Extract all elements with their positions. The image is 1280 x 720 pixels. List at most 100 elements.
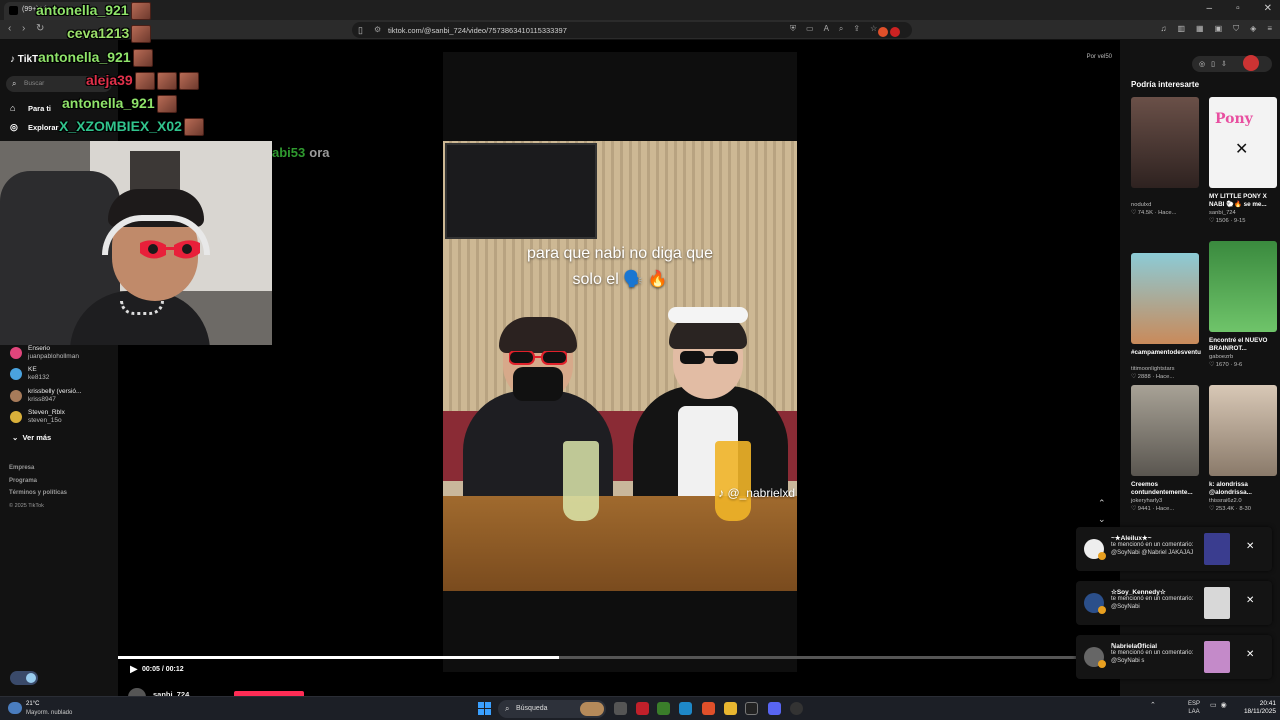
following-item[interactable]: KE ke8132 [10, 366, 114, 386]
share-icon[interactable]: ⇪ [853, 24, 860, 34]
following-item[interactable]: Steven_Rblx steven_15o [10, 409, 114, 429]
zoom-icon[interactable]: ⌕ [839, 24, 843, 34]
play-icon[interactable]: ▶ [130, 664, 138, 675]
phone-icon[interactable]: ▯ [1211, 61, 1221, 68]
recommended-video[interactable]: Encontré el NUEVO BRAINROT... gaboezrb ♡… [1209, 241, 1279, 369]
video-player[interactable]: para que nabi no diga que solo el 🗣️ 🔥 ♪… [443, 141, 797, 591]
video-person-right [628, 307, 793, 511]
maximize-icon[interactable]: ▫ [1236, 3, 1240, 14]
avatar [10, 411, 22, 423]
rewards-icon[interactable] [890, 27, 900, 37]
taskbar-search[interactable]: ⌕ Búsqueda [498, 700, 606, 718]
weather-widget[interactable]: 21°C Mayorm. nublado [8, 700, 98, 718]
url-text: tiktok.com/@sanbi_724/video/757386341011… [388, 26, 567, 35]
reload-icon[interactable]: ↻ [36, 23, 44, 34]
music-icon[interactable]: ♫ [1160, 24, 1166, 34]
brave-icon[interactable] [702, 702, 715, 715]
emote-icon [183, 118, 204, 137]
emote-icon [156, 95, 177, 114]
badge-icon [1098, 606, 1106, 614]
video-tv [445, 143, 597, 239]
screen: { "browser": { "tab_title": "(99+) Vi...… [0, 0, 1280, 720]
close-icon[interactable]: ✕ [1246, 649, 1254, 660]
star-icon[interactable]: ☆ [870, 24, 877, 34]
menu-icon[interactable]: ≡ [1267, 24, 1272, 34]
obs-icon[interactable] [790, 702, 803, 715]
footer-links: Empresa Programa Términos y políticas © … [9, 462, 67, 512]
footer-link-programa[interactable]: Programa [9, 475, 67, 488]
recommended-video[interactable]: k: alondrissa @alondrissa... thissrai6z2… [1209, 385, 1279, 513]
back-icon[interactable]: ‹ [8, 23, 11, 34]
recommended-video[interactable]: Creemos contundentemente... jokeryharly3… [1131, 385, 1201, 513]
badge-icon [1098, 660, 1106, 668]
video-progress-bar[interactable] [118, 656, 1120, 659]
recommended-video[interactable]: #campamentodesventura2temp... titimoonli… [1131, 253, 1201, 381]
following-item[interactable]: Enserio juanpablohollman [10, 345, 114, 365]
theme-toggle[interactable] [10, 671, 38, 685]
emote-icon [178, 72, 199, 91]
emote-icon [156, 72, 177, 91]
video-drink-lemonade [563, 441, 599, 521]
task-view-icon[interactable] [614, 702, 627, 715]
search-icon: ⌕ [505, 704, 510, 713]
vscode-icon[interactable] [679, 702, 692, 715]
system-tray[interactable]: ⌃ [1150, 701, 1156, 709]
cross-icon: ✕ [1235, 141, 1249, 158]
language-indicator[interactable]: ESP LAA [1188, 700, 1200, 716]
location-icon[interactable]: ◈ [1250, 24, 1256, 34]
chat-message: abi53 ora [272, 145, 330, 160]
chat-message: antonella_921 [38, 49, 153, 68]
sidebar-icon[interactable]: ▥ [1177, 24, 1185, 34]
window-controls: – ▫ ✕ [1207, 3, 1273, 14]
see-more-button[interactable]: ⌄ Ver más [12, 433, 51, 442]
vpn-icon[interactable]: ⛉ [1233, 24, 1239, 34]
nav-explorar[interactable]: ◎ Explorar [10, 122, 58, 133]
badge-icon [1098, 552, 1106, 560]
prev-video-icon[interactable]: ⌃ [1098, 495, 1106, 511]
chat-message: X_XZOMBIEX_X02 [59, 118, 204, 137]
close-icon[interactable]: ✕ [1246, 541, 1254, 552]
tabs-icon[interactable]: ▦ [1196, 24, 1204, 34]
recommended-video[interactable]: Pony ✕ MY LITTLE PONY X NABI 🐑🔥 se me...… [1209, 97, 1279, 225]
clock[interactable]: 20:41 18/11/2025 [1236, 700, 1276, 716]
site-info-icon[interactable]: ⚙ [374, 25, 381, 34]
brave-shield-icon[interactable] [878, 27, 888, 37]
emote-icon [134, 72, 155, 91]
browser-tabbar: (99+) Vi... – ▫ ✕ [0, 0, 1280, 20]
footer-link-empresa[interactable]: Empresa [9, 462, 67, 475]
browser-toolbar: ‹ › ↻ ▯ ⚙ tiktok.com/@sanbi_724/video/75… [0, 20, 1280, 40]
download-icon[interactable]: ⇩ [1221, 61, 1233, 68]
forward-icon[interactable]: › [22, 23, 25, 34]
browser-actions: ♫ ▥ ▦ ▣ ⛉ ◈ ≡ [1160, 24, 1272, 34]
search-icon: ⌕ [12, 79, 17, 88]
following-item[interactable]: krissbelly (versió... kriss8947 [10, 388, 114, 408]
profile-avatar[interactable] [1243, 55, 1259, 71]
tray-icons[interactable]: ▭◉ [1210, 701, 1231, 709]
tiktok-sidebar: ♪ TikTok ⌕ Buscar ⌂ Para ti ◎ Explorar Ens… [0, 40, 118, 696]
recommended-video[interactable]: nodulxd ♡ 74.5K · Hace... [1131, 97, 1201, 217]
file-explorer-icon[interactable] [724, 702, 737, 715]
capcut-icon[interactable] [745, 702, 758, 715]
shield-icon[interactable]: ⛨ [790, 24, 796, 34]
discord-icon[interactable] [768, 702, 781, 715]
footer-link-terminos[interactable]: Términos y políticas [9, 487, 67, 500]
minecraft-icon[interactable] [657, 702, 670, 715]
minimize-icon[interactable]: – [1207, 3, 1213, 14]
notification-toast[interactable]: ☆Soy_Kennedy☆ te mencionó en un comentar… [1076, 581, 1272, 625]
media-app-icon[interactable] [636, 702, 649, 715]
emote-icon [132, 49, 153, 68]
copyright: © 2025 TikTok [9, 502, 44, 509]
emote-icon [131, 25, 152, 44]
nav-para-ti[interactable]: ⌂ Para ti [10, 103, 51, 113]
inbox-icon[interactable]: ◎ [1199, 61, 1211, 68]
notification-toast[interactable]: ℕabriela𝕆ficial te mencionó en un coment… [1076, 635, 1272, 679]
notification-toast[interactable]: ~★Aleilux★~ te mencionó en un comentario… [1076, 527, 1272, 571]
translate-icon[interactable]: A [824, 24, 829, 34]
wallet-icon[interactable]: ▣ [1215, 24, 1223, 34]
windows-start-icon[interactable] [478, 702, 491, 715]
bookmark-icon[interactable]: ▯ [358, 25, 363, 36]
cast-icon[interactable]: ▭ [806, 24, 814, 34]
close-icon[interactable]: ✕ [1246, 595, 1254, 606]
next-video-icon[interactable]: ⌄ [1098, 511, 1106, 527]
close-icon[interactable]: ✕ [1264, 3, 1272, 14]
